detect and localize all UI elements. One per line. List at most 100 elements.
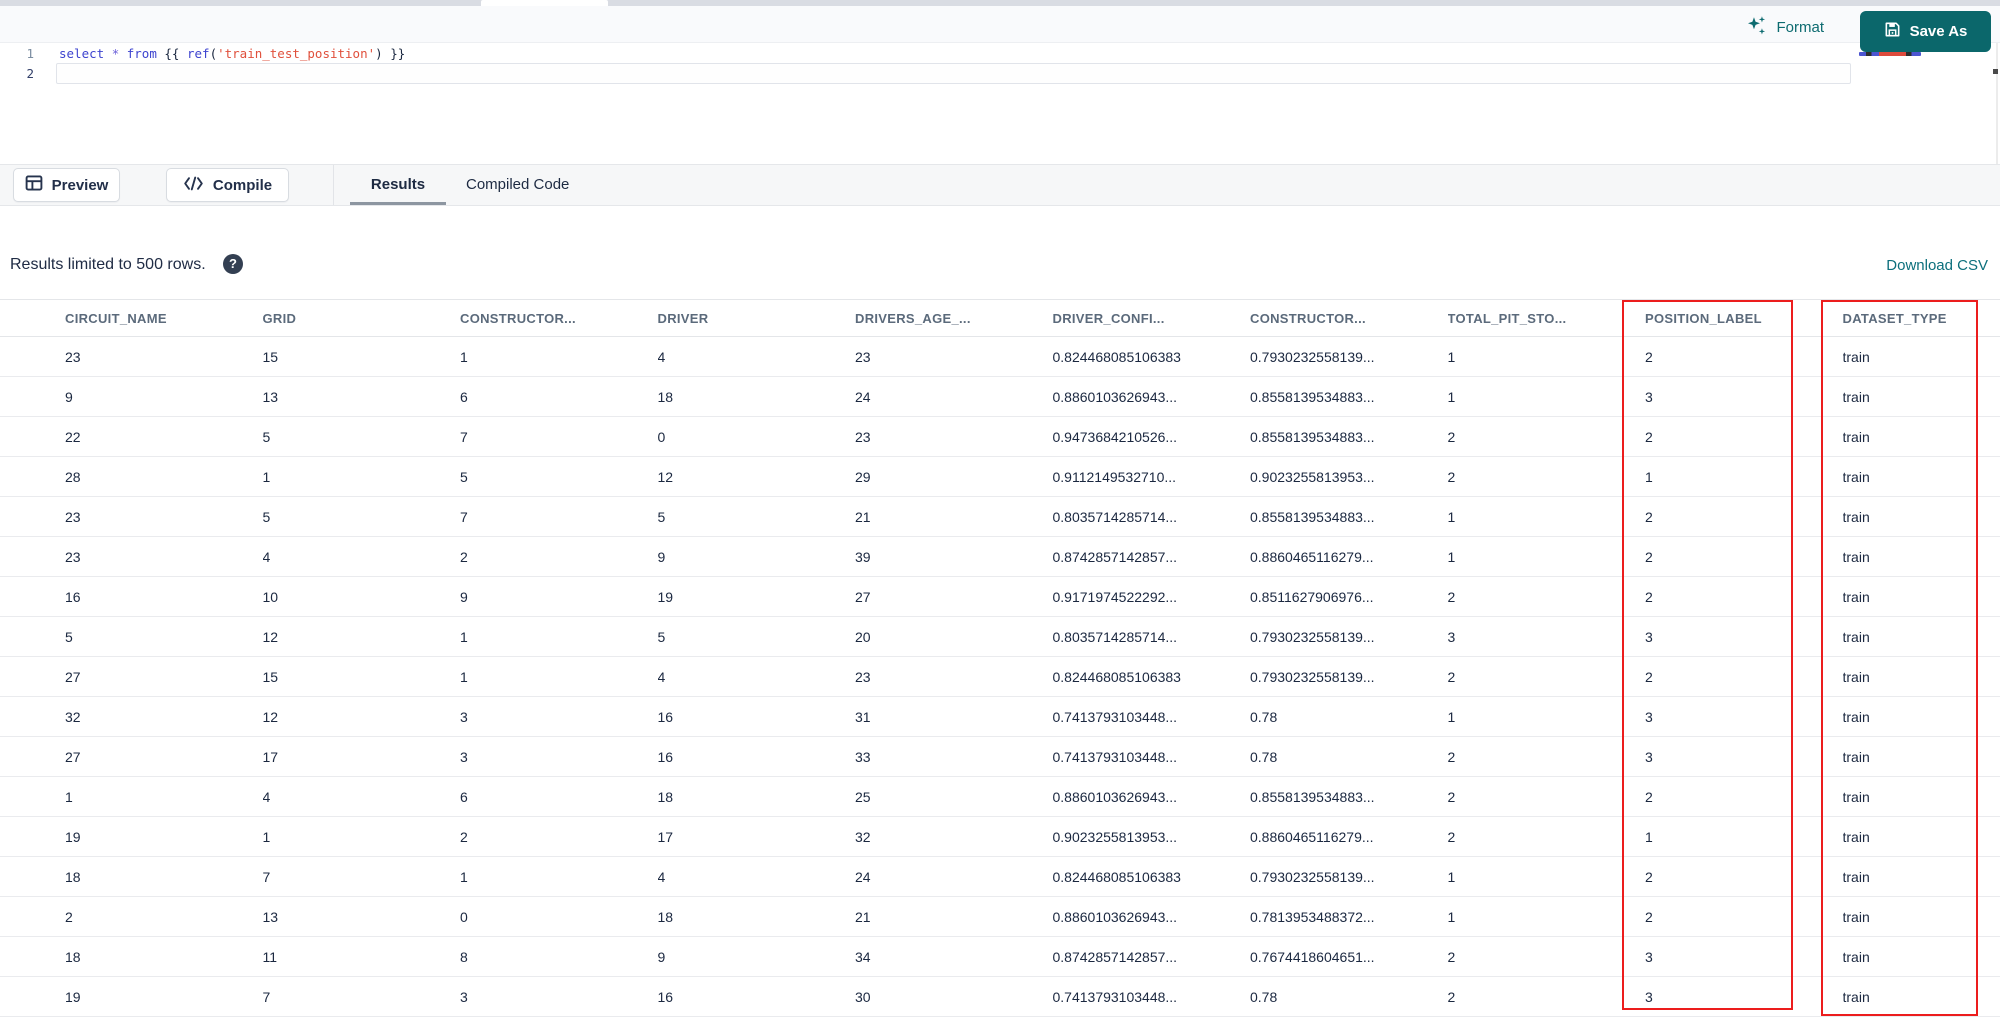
table-cell: 1 [65, 788, 73, 805]
table-cell: 30 [855, 988, 871, 1005]
table-cell: 1 [1447, 868, 1456, 885]
table-cell: 0.8860103626943... [1052, 788, 1178, 805]
table-cell: 32 [855, 828, 871, 845]
table-cell: 20 [855, 628, 871, 645]
table-cell: 18 [65, 948, 81, 965]
table-cell: 6 [460, 388, 468, 405]
table-cell: 16 [65, 588, 81, 605]
table-cell: 32 [65, 708, 81, 725]
table-cell: 25 [855, 788, 871, 805]
table-cell: 3 [460, 708, 468, 725]
preview-label: Preview [51, 176, 109, 194]
table-row: 27 17 3 16 33 0.7413793103448... 0.78 2 3 train [0, 737, 2000, 777]
table-cell: 0.8860465116279... [1250, 548, 1374, 565]
table-cell: 0 [460, 908, 468, 925]
table-cell: 1 [1645, 828, 1653, 845]
column-header: POSITION_LABEL [1645, 310, 1762, 326]
scrollbar-marker [1993, 69, 1998, 74]
table-cell: 9 [460, 588, 468, 605]
table-cell: 9 [65, 388, 73, 405]
table-cell: 3 [1645, 988, 1653, 1005]
table-cell: 0.8742857142857... [1052, 548, 1178, 565]
compile-button[interactable]: Compile [166, 168, 289, 202]
active-line-input[interactable] [56, 63, 1851, 84]
save-as-button[interactable]: Save As [1860, 11, 1991, 52]
table-cell: 33 [855, 748, 871, 765]
table-cell: 19 [65, 828, 81, 845]
table-cell: train [1842, 908, 1870, 925]
table-row: 19 7 3 16 30 0.7413793103448... 0.78 2 3 train [0, 977, 2000, 1017]
table-cell: 5 [65, 628, 73, 645]
table-cell: 4 [657, 348, 666, 365]
table-cell: 0.9023255813953... [1250, 468, 1375, 485]
table-cell: 0.7413793103448... [1052, 708, 1178, 725]
sparkles-icon [1746, 15, 1767, 40]
table-cell: train [1842, 828, 1870, 845]
table-row: 22 5 7 0 23 0.9473684210526... 0.8558139534883… [0, 417, 2000, 457]
table-row: 32 12 3 16 31 0.7413793103448... 0.78 1 3 train [0, 697, 2000, 737]
table-cell: 31 [855, 708, 871, 725]
editor-scrollbar[interactable] [1996, 43, 1998, 164]
results-toolbar: Preview Compile Results Compiled Code [0, 164, 2000, 206]
table-body: 23 15 1 4 23 0.824468085106383 0.7930232558139… [0, 337, 2000, 1017]
table-cell: 15 [262, 348, 279, 365]
table-cell: 21 [855, 508, 871, 525]
table-cell: 2 [1447, 948, 1456, 965]
table-cell: train [1842, 428, 1870, 445]
table-cell: train [1842, 348, 1870, 365]
toolbar-divider [333, 165, 334, 205]
table-cell: 23 [855, 668, 871, 685]
table-cell: 1 [460, 868, 468, 885]
table-cell: 0.824468085106383 [1052, 668, 1181, 685]
table-cell: 17 [262, 748, 279, 765]
table-cell: 2 [1645, 868, 1653, 885]
table-cell: 0.9023255813953... [1052, 828, 1178, 845]
table-cell: 21 [855, 908, 871, 925]
table-cell: 3 [1447, 628, 1456, 645]
help-icon[interactable]: ? [223, 254, 243, 274]
table-cell: 18 [65, 868, 81, 885]
table-cell: 16 [657, 988, 674, 1005]
table-row: 18 7 1 4 24 0.824468085106383 0.7930232558139.… [0, 857, 2000, 897]
table-cell: 0.824468085106383 [1052, 868, 1181, 885]
column-header: DATASET_TYPE [1842, 310, 1947, 326]
table-cell: 0.8860465116279... [1250, 828, 1374, 845]
table-cell: 0.78 [1250, 988, 1278, 1005]
editor-header-bar: Format Save As [0, 6, 2000, 52]
table-cell: 1 [1447, 708, 1456, 725]
sql-code-editor[interactable]: 1 2 select * from {{ ref('train_test_pos… [0, 43, 2000, 164]
table-cell: train [1842, 868, 1870, 885]
tab-results[interactable]: Results [350, 165, 446, 205]
table-cell: 4 [262, 788, 271, 805]
format-button[interactable]: Format [1746, 14, 1824, 40]
table-cell: 9 [657, 948, 666, 965]
table-cell: 2 [1447, 668, 1456, 685]
table-cell: 13 [262, 908, 279, 925]
table-cell: 0 [657, 428, 666, 445]
editor-minimap[interactable] [1856, 43, 1995, 164]
table-cell: train [1842, 748, 1870, 765]
column-header: CONSTRUCTOR... [460, 310, 576, 326]
column-header: DRIVER_CONFI... [1052, 310, 1165, 326]
download-csv-link[interactable]: Download CSV [1886, 257, 1988, 274]
table-cell: 4 [657, 868, 666, 885]
table-cell: train [1842, 468, 1870, 485]
table-cell: 7 [460, 508, 468, 525]
table-cell: 2 [1645, 508, 1653, 525]
table-cell: 2 [1447, 468, 1456, 485]
table-cell: train [1842, 548, 1870, 565]
table-cell: 1 [460, 348, 468, 365]
table-row: 5 12 1 5 20 0.8035714285714... 0.7930232558139… [0, 617, 2000, 657]
results-table: CIRCUIT_NAME GRID CONSTRUCTOR... DRIVER DRIV… [0, 299, 2000, 1020]
table-cell: 5 [657, 628, 666, 645]
table-cell: train [1842, 708, 1870, 725]
table-cell: 7 [262, 868, 271, 885]
table-cell: 0.9473684210526... [1052, 428, 1178, 445]
table-cell: 1 [1447, 348, 1456, 365]
table-cell: 0.78 [1250, 708, 1278, 725]
preview-button[interactable]: Preview [13, 168, 120, 202]
column-header: GRID [262, 310, 297, 326]
tab-compiled-code[interactable]: Compiled Code [466, 165, 569, 205]
table-cell: 2 [1645, 428, 1653, 445]
